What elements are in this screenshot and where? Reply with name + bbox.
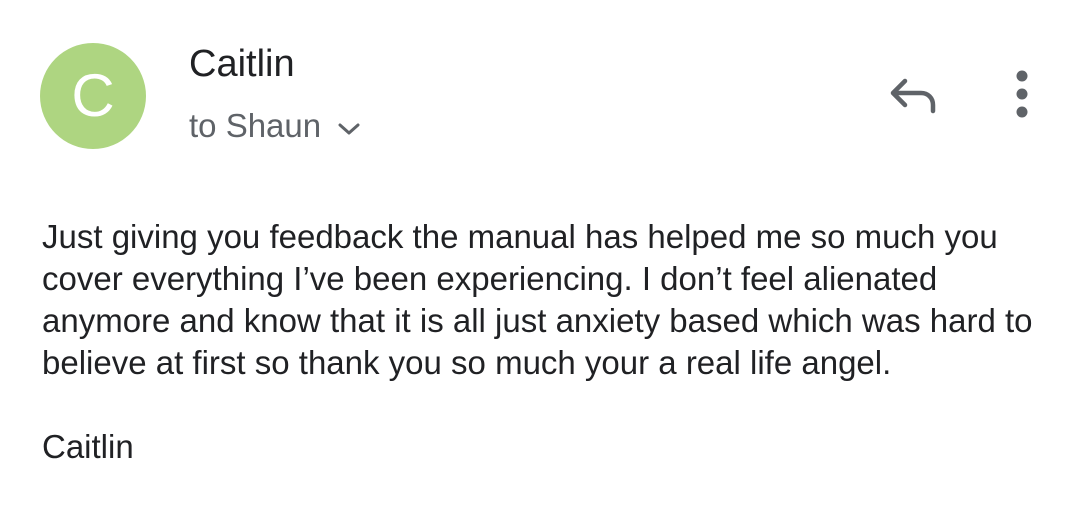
recipient-label: to Shaun [189,107,322,144]
reply-button[interactable] [882,72,944,122]
more-vertical-icon [1015,69,1029,124]
message-signature: Caitlin [42,428,134,465]
recipient-details-toggle[interactable]: to Shaun [189,104,361,148]
more-options-button[interactable] [1000,68,1044,124]
sender-name[interactable]: Caitlin [189,40,295,88]
sender-avatar[interactable]: C [40,43,146,149]
reply-icon [887,75,939,120]
chevron-down-icon [337,121,361,137]
message-body: Just giving you feedback the manual has … [42,174,1042,510]
message-paragraph: Just giving you feedback the manual has … [42,218,1033,381]
avatar-initial: C [71,62,115,129]
